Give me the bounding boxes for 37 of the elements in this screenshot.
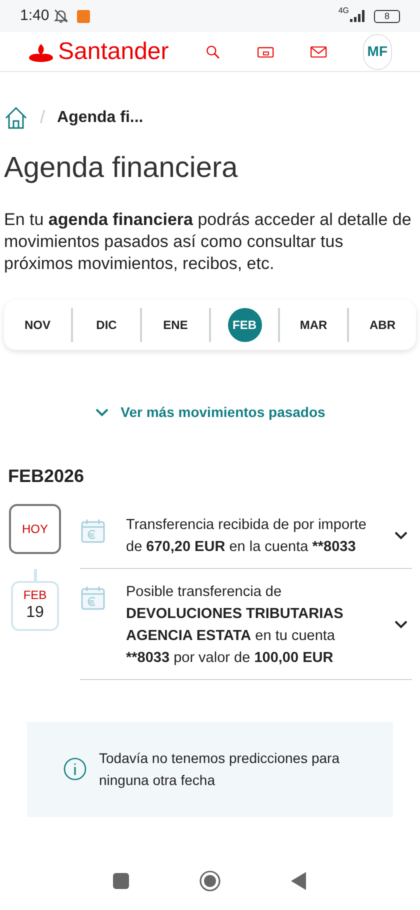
recents-button[interactable] (113, 873, 129, 889)
signal-icon (350, 10, 366, 22)
month-tab[interactable]: ABR (370, 316, 396, 334)
today-label: HOY (22, 520, 48, 538)
brand-logo: Santander (58, 40, 169, 64)
home-icon[interactable] (4, 106, 28, 130)
chevron-down-icon (94, 408, 109, 416)
month-tab[interactable]: MAR (300, 316, 328, 334)
breadcrumb-separator: / (40, 106, 46, 129)
event-description: Transferencia recibida de por importe de 670,20 EUR en la cuenta **8033 (126, 516, 368, 556)
battery-level: 8 (384, 12, 390, 20)
status-time: 1:40 (20, 6, 50, 26)
date-day: 19 (26, 603, 44, 623)
bell-off-icon (53, 8, 70, 24)
month-tab[interactable]: FEB (228, 308, 262, 342)
page-title: Agenda financiera (3, 151, 239, 186)
info-icon (63, 757, 87, 781)
month-tab[interactable]: ENE (163, 316, 188, 334)
avatar-button[interactable]: MF (362, 34, 392, 70)
network-type: 4G (338, 7, 349, 15)
chevron-down-icon (394, 531, 408, 540)
more-past-link[interactable]: Ver más movimientos pasados (94, 402, 326, 422)
chevron-down-icon (394, 620, 408, 629)
breadcrumb-current: Agenda fi... (57, 108, 144, 128)
flame-logo-icon (28, 42, 54, 62)
month-tab[interactable]: DIC (96, 316, 117, 334)
date-month: FEB (23, 588, 47, 603)
calendar-euro-icon (80, 584, 106, 610)
period-heading: FEB2026 (7, 464, 86, 488)
info-text: Todavía no tenemos predicciones para ninguna otra fecha (99, 749, 340, 790)
intro-paragraph: En tu agenda financiera podrás acceder al detalle de movimientos pasados así como consultar tus próximos movimientos, recibos, etc. (3, 208, 412, 274)
calendar-euro-icon (80, 518, 106, 544)
month-tab[interactable]: NOV (24, 316, 50, 334)
app-notification-icon (77, 10, 90, 22)
event-description: Posible transferencia de DEVOLUCIONES TRIBUTARIAS AGENCIA ESTATA en tu cuenta **8033 por valor de 100,00 EUR (126, 582, 344, 668)
home-button[interactable] (199, 870, 221, 892)
back-button[interactable] (291, 872, 307, 890)
